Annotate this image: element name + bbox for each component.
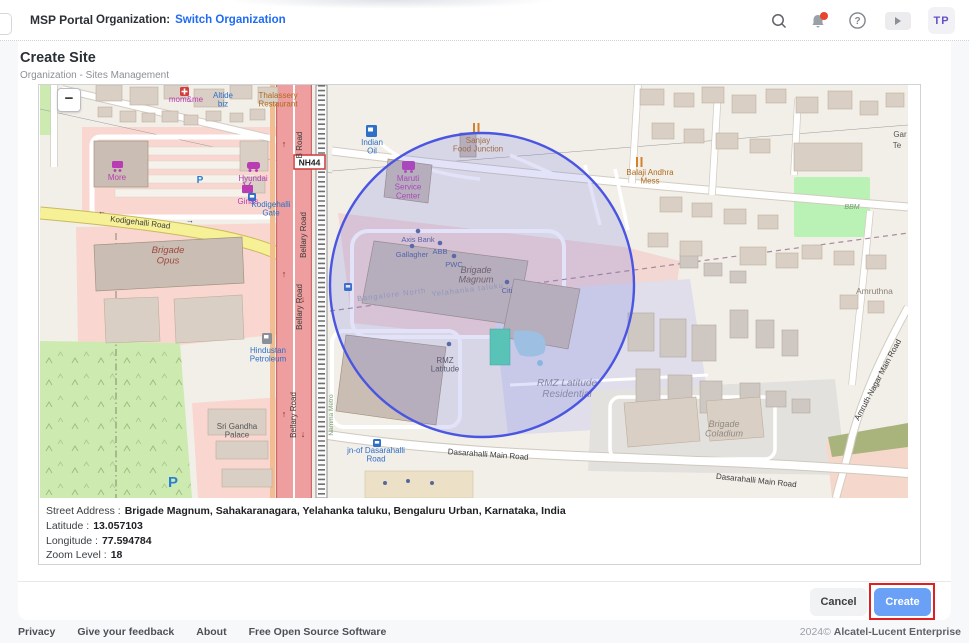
svg-text:↑: ↑ bbox=[282, 269, 287, 279]
footer-link-privacy[interactable]: Privacy bbox=[18, 626, 55, 638]
map-label-parking-big: P bbox=[168, 474, 178, 491]
map-label-fragment-te: Te bbox=[893, 141, 902, 150]
svg-text:↓: ↓ bbox=[301, 429, 306, 439]
longitude-row: Longitude : 77.594784 bbox=[46, 534, 566, 549]
sidebar-toggle-partial[interactable] bbox=[0, 13, 12, 35]
map-widget-panel: ↑ ↑ ↑ ↓ ↓ ↓ ← → bbox=[38, 84, 921, 565]
map-label-bellary-road-3: Bellary Road bbox=[289, 392, 298, 438]
office-dot bbox=[430, 481, 434, 485]
street-address-label: Street Address : bbox=[46, 505, 121, 517]
street-address-row: Street Address : Brigade Magnum, Sahakara… bbox=[46, 504, 566, 519]
cancel-button[interactable]: Cancel bbox=[810, 588, 867, 616]
map-label-bellary-road-2: Bellary Road bbox=[295, 284, 304, 330]
svg-text:?: ? bbox=[854, 16, 860, 27]
create-button[interactable]: Create bbox=[874, 588, 931, 616]
map-label-nh44: NH44 bbox=[299, 158, 321, 168]
office-dot bbox=[406, 479, 410, 483]
map-label-fragment-gar: Gar bbox=[893, 130, 907, 139]
walkthrough-play-icon[interactable] bbox=[885, 12, 911, 30]
search-icon[interactable] bbox=[768, 10, 790, 32]
map-label-namma-metro: Namma Metro bbox=[328, 394, 335, 436]
map-label-amruthnagar: Amruthna bbox=[856, 286, 893, 296]
notification-badge bbox=[820, 12, 828, 20]
content-card: Create Site Organization - Sites Managem… bbox=[18, 41, 951, 620]
map-label-hyundai: Hyundai bbox=[238, 174, 268, 183]
user-avatar[interactable]: TP bbox=[928, 7, 955, 34]
zoom-level-label: Zoom Level : bbox=[46, 549, 107, 561]
footer-link-feedback[interactable]: Give your feedback bbox=[77, 626, 174, 638]
organization-row: Organization: Switch Organization bbox=[96, 14, 286, 26]
petrol-pump-icon bbox=[262, 333, 272, 344]
breadcrumb-current: Sites Management bbox=[86, 70, 169, 81]
copyright: 2024© Alcatel-Lucent Enterprise bbox=[800, 626, 961, 638]
longitude-label: Longitude : bbox=[46, 535, 98, 547]
map-zoom-out-button[interactable]: − bbox=[57, 88, 81, 112]
svg-text:↑: ↑ bbox=[282, 409, 287, 419]
map-label-parking-small: P bbox=[197, 175, 204, 186]
breadcrumb-separator: - bbox=[79, 70, 82, 81]
zoom-level-value: 18 bbox=[111, 549, 123, 561]
copyright-year: 2024© bbox=[800, 626, 831, 638]
map-canvas[interactable]: ↑ ↑ ↑ ↓ ↓ ↓ ← → bbox=[40, 85, 908, 498]
map-label-b-road: B Road bbox=[295, 132, 304, 159]
latitude-value: 13.057103 bbox=[93, 520, 143, 532]
zoom-level-row: Zoom Level : 18 bbox=[46, 548, 566, 563]
longitude-value: 77.594784 bbox=[102, 535, 152, 547]
svg-text:↑: ↑ bbox=[282, 139, 287, 149]
copyright-company: Alcatel-Lucent Enterprise bbox=[834, 626, 961, 638]
street-address-value: Brigade Magnum, Sahakaranagara, Yelahank… bbox=[125, 505, 566, 517]
footer-link-foss[interactable]: Free Open Source Software bbox=[249, 626, 387, 638]
footer-link-about[interactable]: About bbox=[196, 626, 226, 638]
map-label-hindustan-petroleum: HindustanPetroleum bbox=[250, 346, 287, 364]
latitude-row: Latitude : 13.057103 bbox=[46, 519, 566, 534]
map-label-more: More bbox=[108, 173, 127, 182]
geofence-circle-overlay[interactable] bbox=[330, 133, 634, 437]
breadcrumb-root[interactable]: Organization bbox=[20, 70, 77, 81]
latitude-label: Latitude : bbox=[46, 520, 89, 532]
page-title: Create Site bbox=[20, 50, 96, 66]
page-footer: Privacy Give your feedback About Free Op… bbox=[0, 622, 969, 643]
actions-divider bbox=[18, 581, 951, 582]
office-dot bbox=[383, 481, 387, 485]
map-label-mom-me: mom&me bbox=[169, 95, 204, 104]
fuel-station-icon bbox=[366, 125, 377, 137]
map-label-thalassery: ThalasseryRestaurant bbox=[258, 91, 298, 109]
top-edge-shadow bbox=[225, 0, 555, 9]
notifications-bell-icon[interactable] bbox=[807, 10, 829, 32]
svg-text:←: ← bbox=[98, 207, 106, 216]
map-label-bellary-road-1: Bellary Road bbox=[299, 212, 308, 258]
svg-text:→: → bbox=[186, 216, 194, 225]
map-label-bbm: BBM bbox=[844, 204, 859, 211]
help-icon[interactable]: ? bbox=[846, 10, 868, 32]
organization-label: Organization: bbox=[96, 14, 170, 26]
site-location-info: Street Address : Brigade Magnum, Sahakara… bbox=[46, 504, 566, 563]
app-title: MSP Portal bbox=[30, 13, 93, 27]
switch-organization-link[interactable]: Switch Organization bbox=[175, 14, 286, 26]
map-label-brigade-coladium: BrigadeColadium bbox=[705, 419, 744, 439]
create-site-page: MSP Portal Organization: Switch Organizat… bbox=[0, 0, 969, 643]
breadcrumb: Organization - Sites Management bbox=[20, 70, 169, 81]
